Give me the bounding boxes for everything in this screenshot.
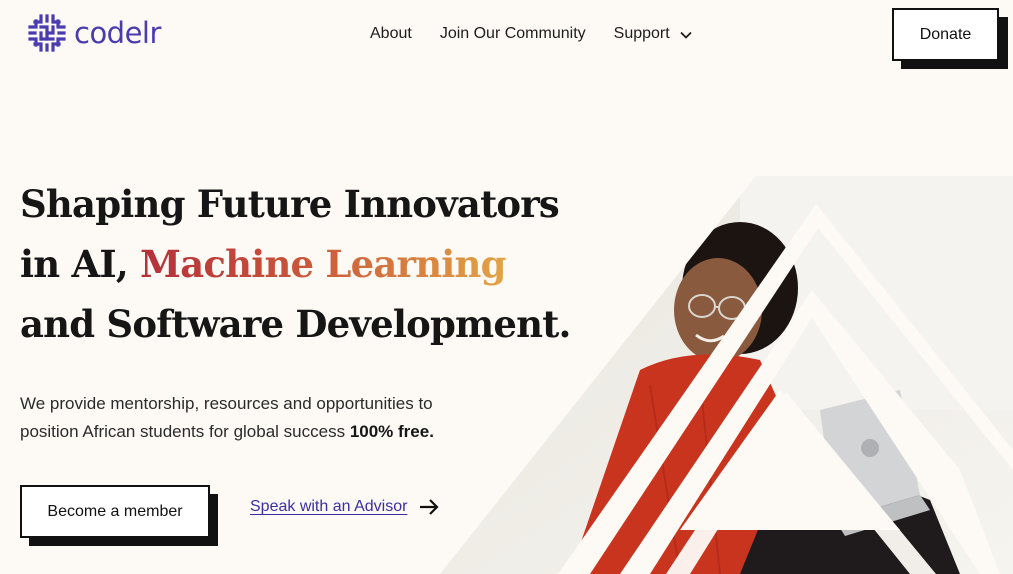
nav-join-community-label: Join Our Community (439, 25, 586, 42)
chevron-down-icon (680, 31, 692, 39)
speak-advisor-link[interactable]: Speak with an Advisor (250, 498, 439, 516)
hero-subtext: We provide mentorship, resources and opp… (20, 390, 490, 446)
nav-about-label: About (370, 25, 412, 42)
nav-about[interactable]: About (370, 23, 412, 45)
brand-name: codelr (74, 16, 161, 50)
speak-advisor-label: Speak with an Advisor (250, 498, 408, 515)
arrow-right-icon (420, 499, 439, 515)
donate-button[interactable]: Donate (892, 8, 999, 61)
brand-logo[interactable]: codelr (27, 13, 161, 53)
main-nav: About Join Our Community Support (370, 23, 693, 45)
nav-support-label: Support (613, 25, 670, 42)
donate-button-wrap: Donate (892, 8, 1008, 69)
become-member-wrap: Become a member (20, 485, 218, 546)
student-with-laptop-photo (440, 176, 1013, 574)
subtext-emphasis: 100% free. (349, 422, 434, 441)
maze-logo-icon (28, 14, 66, 52)
become-member-button[interactable]: Become a member (20, 485, 210, 538)
nav-support-dropdown[interactable]: Support (614, 23, 693, 45)
nav-join-community[interactable]: Join Our Community (440, 23, 586, 45)
